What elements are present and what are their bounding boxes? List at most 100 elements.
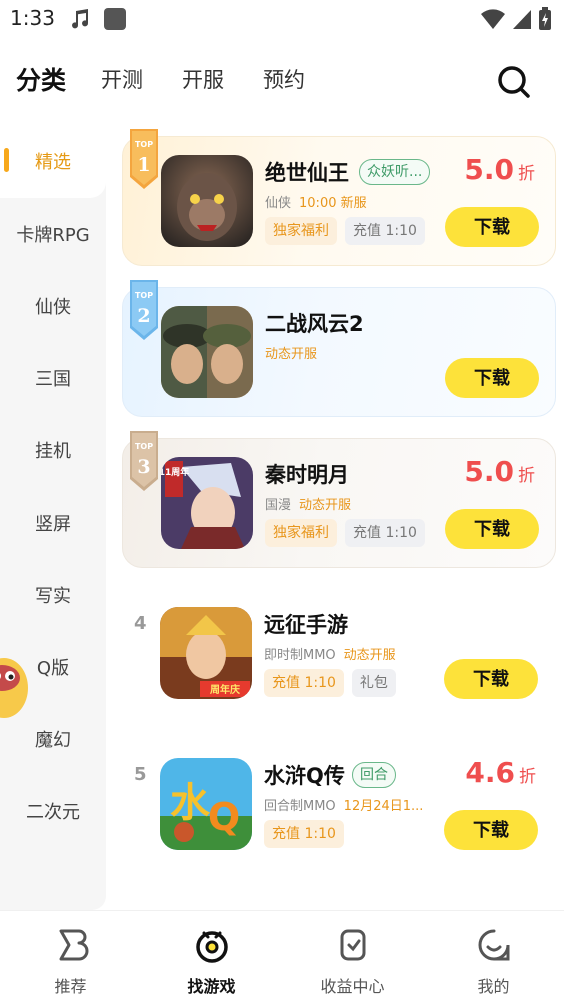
svg-text:TOP: TOP: [135, 140, 153, 149]
game-meta: 仙侠 10:00 新服: [265, 192, 367, 211]
bottom-nav-mine[interactable]: 我的: [423, 911, 564, 1004]
category-sidebar: 精选 卡牌RPG 仙侠 三国 挂机 竖屏 写实 Q版 魔幻 二次元: [0, 124, 106, 910]
sidebar-item-vertical[interactable]: 竖屏: [0, 510, 106, 536]
game-server-info: 动态开服: [343, 648, 396, 663]
game-card[interactable]: TOP 1 绝世仙王 众妖听... 仙侠 10:00 新服 独家福利 充值 1:1…: [122, 129, 556, 266]
discount-value: 4.6: [465, 756, 515, 789]
sidebar-item-xianxia[interactable]: 仙侠: [0, 293, 106, 319]
game-genre: 国漫: [265, 498, 292, 513]
svg-text:Q: Q: [208, 795, 240, 839]
recommend-icon: [59, 929, 89, 961]
sidebar-item-idle[interactable]: 挂机: [0, 437, 106, 463]
sidebar-item-realistic[interactable]: 写实: [0, 582, 106, 608]
discount-value: 5.0: [464, 455, 514, 488]
bottom-nav-label: 推荐: [54, 977, 87, 996]
discount-unit: 折: [519, 767, 536, 787]
chip-recharge-rate: 充值 1:10: [345, 217, 425, 245]
top-nav: 分类 开测 开服 预约: [0, 56, 564, 108]
sidebar-item-card-rpg[interactable]: 卡牌RPG: [0, 221, 106, 247]
chip-gift-pack: 礼包: [351, 669, 396, 697]
discount-label: 5.0 折: [464, 153, 535, 186]
game-name: 绝世仙王: [265, 161, 349, 185]
sidebar-item-three-kingdoms[interactable]: 三国: [0, 365, 106, 391]
bottom-nav-earnings[interactable]: 收益中心: [282, 911, 423, 1004]
game-icon-juesxianwang[interactable]: [161, 155, 253, 247]
chip-exclusive-benefit: 独家福利: [265, 217, 337, 245]
discount-value: 5.0: [464, 153, 514, 186]
bottom-nav-label: 我的: [477, 977, 510, 996]
tab-open-test[interactable]: 开测: [101, 64, 143, 94]
discount-label: 4.6 折: [465, 756, 536, 789]
bottom-nav-recommend[interactable]: 推荐: [0, 911, 141, 1004]
discount-unit: 折: [518, 466, 535, 486]
top-2-badge-icon: TOP 2: [130, 280, 158, 340]
bottom-nav-find-games[interactable]: 找游戏: [141, 911, 282, 1004]
download-button[interactable]: 下载: [445, 207, 539, 247]
game-server-info: 动态开服: [299, 498, 352, 513]
floating-mascot-icon[interactable]: [0, 652, 36, 722]
download-button[interactable]: 下载: [444, 810, 538, 850]
svg-text:TOP: TOP: [135, 442, 153, 451]
game-icon-erzhanfengyun[interactable]: [161, 306, 253, 398]
status-bar: 1:33: [0, 0, 564, 40]
game-icon-qinshimingyue[interactable]: 11周年: [161, 457, 253, 549]
svg-text:3: 3: [137, 456, 150, 478]
game-meta: 国漫 动态开服: [265, 494, 351, 513]
game-icon-shuihuqzhuan[interactable]: 水 Q: [160, 758, 252, 850]
tab-reservation[interactable]: 预约: [263, 64, 305, 94]
wifi-icon: [481, 9, 505, 29]
discount-label: 5.0 折: [464, 455, 535, 488]
game-name: 水浒Q传: [264, 764, 345, 788]
chip-recharge-rate: 充值 1:10: [345, 519, 425, 547]
chip-recharge-rate: 充值 1:10: [264, 820, 344, 848]
game-server-info: 10:00 新服: [299, 196, 367, 211]
battery-charging-icon: [539, 7, 551, 30]
download-button[interactable]: 下载: [445, 509, 539, 549]
chip-recharge-rate: 充值 1:10: [264, 669, 344, 697]
app-notification-icon: [104, 8, 126, 30]
profile-icon: [478, 929, 510, 961]
icon-badge-text: 11周年: [161, 466, 189, 478]
game-meta: 动态开服: [265, 343, 317, 362]
game-card[interactable]: 5 水 Q 水浒Q传 回合 回合制MMO 12月24日1... 充值 1:10 4…: [122, 740, 556, 870]
discount-unit: 折: [518, 164, 535, 184]
game-name: 远征手游: [264, 613, 348, 637]
svg-text:1: 1: [137, 154, 150, 176]
cell-signal-icon: [513, 10, 531, 29]
status-time: 1:33: [10, 6, 55, 30]
sidebar-item-anime[interactable]: 二次元: [0, 798, 106, 824]
chip-exclusive-benefit: 独家福利: [265, 519, 337, 547]
bottom-nav: 推荐 找游戏 收益中心 我的: [0, 910, 564, 1004]
game-card[interactable]: TOP 3 11周年 秦时明月 国漫 动态开服 独家福利 充值 1:10 5.0 折…: [122, 431, 556, 568]
bottom-nav-label: 找游戏: [187, 977, 236, 996]
svg-text:TOP: TOP: [135, 291, 153, 300]
game-name: 二战风云2: [265, 312, 364, 336]
svg-text:2: 2: [137, 305, 150, 327]
game-name: 秦时明月: [265, 463, 349, 487]
download-button[interactable]: 下载: [445, 358, 539, 398]
game-icon-yuanzheng[interactable]: 周年庆: [160, 607, 252, 699]
svg-text:水: 水: [170, 779, 211, 826]
rank-number: 4: [134, 613, 147, 634]
game-card[interactable]: TOP 2 二战风云2 动态开服 下载: [122, 280, 556, 417]
game-tag: 回合: [352, 762, 396, 788]
tab-category[interactable]: 分类: [16, 61, 66, 97]
game-meta: 即时制MMO 动态开服: [264, 644, 396, 663]
game-genre: 仙侠: [265, 196, 292, 211]
sidebar-item-fantasy[interactable]: 魔幻: [0, 726, 106, 752]
game-meta: 回合制MMO 12月24日1...: [264, 795, 423, 814]
top-1-badge-icon: TOP 1: [130, 129, 158, 189]
music-note-icon: [72, 9, 89, 29]
game-genre: 回合制MMO: [264, 799, 336, 814]
sidebar-item-featured[interactable]: 精选: [0, 148, 106, 174]
game-card[interactable]: 4 周年庆 远征手游 即时制MMO 动态开服 充值 1:10 礼包 下载: [122, 589, 556, 719]
search-icon[interactable]: [496, 64, 532, 100]
wallet-icon: [340, 929, 366, 961]
game-server-info: 12月24日1...: [343, 799, 424, 814]
tab-open-server[interactable]: 开服: [182, 64, 224, 94]
icon-badge-text: 周年庆: [210, 683, 240, 696]
game-server-info: 动态开服: [265, 347, 318, 362]
bottom-nav-label: 收益中心: [320, 977, 385, 996]
download-button[interactable]: 下载: [444, 659, 538, 699]
game-genre: 即时制MMO: [264, 648, 336, 663]
